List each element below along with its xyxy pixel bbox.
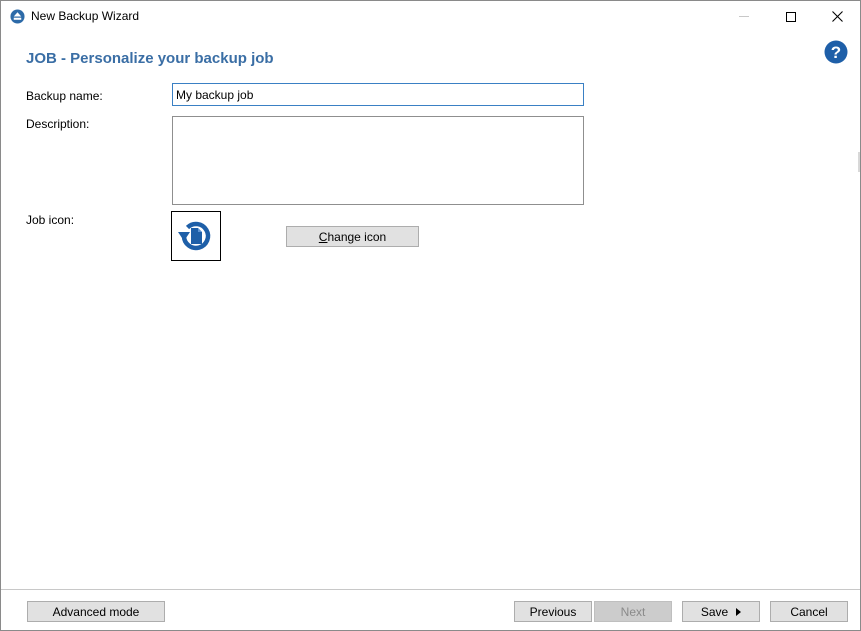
next-button[interactable]: Next bbox=[594, 601, 672, 622]
save-dropdown-arrow-icon bbox=[736, 607, 742, 616]
title-bar: New Backup Wizard bbox=[1, 1, 860, 32]
save-button[interactable]: Save bbox=[682, 601, 760, 622]
cancel-button[interactable]: Cancel bbox=[770, 601, 848, 622]
maximize-icon bbox=[786, 11, 796, 22]
backup-document-icon bbox=[178, 221, 211, 251]
change-icon-mnemonic: C bbox=[318, 229, 328, 244]
help-icon[interactable]: ? bbox=[824, 40, 848, 64]
scrollbar-marker bbox=[858, 152, 860, 172]
save-label: Save bbox=[700, 604, 729, 619]
advanced-mode-button[interactable]: Advanced mode bbox=[27, 601, 165, 622]
description-label: Description: bbox=[26, 117, 90, 131]
description-textarea[interactable] bbox=[172, 116, 584, 205]
minimize-icon bbox=[739, 16, 749, 17]
previous-button[interactable]: Previous bbox=[514, 601, 592, 622]
maximize-button[interactable] bbox=[768, 1, 814, 32]
footer-divider bbox=[1, 589, 860, 590]
minimize-button[interactable] bbox=[721, 1, 767, 32]
job-icon-preview bbox=[171, 211, 221, 261]
window-title: New Backup Wizard bbox=[31, 9, 140, 23]
app-eject-icon bbox=[10, 9, 25, 24]
backup-name-input[interactable] bbox=[172, 83, 584, 106]
close-icon bbox=[831, 11, 843, 22]
svg-text:?: ? bbox=[831, 43, 841, 62]
job-icon-label: Job icon: bbox=[26, 213, 75, 227]
change-icon-label: hange icon bbox=[327, 229, 387, 244]
page-title: JOB - Personalize your backup job bbox=[26, 50, 274, 67]
change-icon-button[interactable]: Change icon bbox=[286, 226, 419, 247]
backup-wizard-window: New Backup Wizard JOB - Personalize your… bbox=[0, 0, 861, 631]
backup-name-label: Backup name: bbox=[26, 89, 103, 103]
close-button[interactable] bbox=[814, 1, 860, 32]
